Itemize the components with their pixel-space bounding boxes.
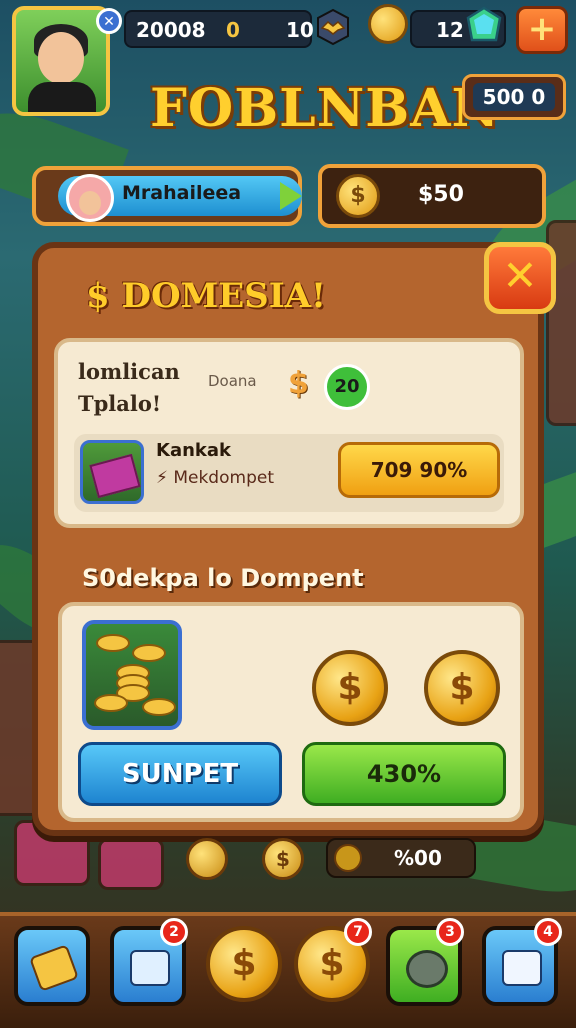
player-avatar (66, 174, 114, 222)
close-button[interactable]: ✕ (484, 242, 556, 314)
support-button[interactable]: SUNPET (78, 742, 282, 806)
offer-subtitle: ⚡ Mekdompet (156, 468, 274, 488)
bottom-value: %00 (394, 846, 442, 870)
box-icon (130, 950, 170, 986)
gold-orb-icon (368, 4, 408, 44)
offer-card: lomlican Tplalo! Doana $ 20 Kankak ⚡ Mek… (54, 338, 524, 528)
gear-icon (406, 950, 448, 988)
bottom-value-display: %00 (326, 838, 476, 878)
nav-coin-button[interactable]: $ (206, 926, 282, 1002)
coin-pile-icon (82, 620, 182, 730)
coin-icon (334, 844, 362, 872)
coin-icon: $ (262, 838, 304, 880)
coin-icon: $ (312, 650, 388, 726)
player-name: Mrahaileea (122, 182, 242, 204)
coin-icon: $ (336, 174, 380, 218)
notification-badge: 4 (534, 918, 562, 946)
dollar-icon: $ (288, 366, 309, 401)
cheese-icon (29, 944, 79, 992)
add-currency-button[interactable]: + (516, 6, 568, 54)
notification-badge: 2 (160, 918, 188, 946)
offer-title: Kankak (156, 440, 231, 461)
level-badge-icon: ✕ (96, 8, 122, 34)
offer-buy-button[interactable]: 709 90% (338, 442, 500, 498)
bat-icon (317, 8, 349, 46)
coin-icon: $ (424, 650, 500, 726)
gem-icon (466, 6, 502, 42)
resource-strip: 20008 0 10 (124, 10, 314, 48)
notification-badge: 7 (344, 918, 372, 946)
offer-row: Kankak ⚡ Mekdompet 709 90% (74, 434, 504, 512)
cash-display: $ $50 (318, 164, 546, 228)
score-display: 500 0 (462, 74, 566, 120)
stat-primary: 20008 (136, 18, 206, 42)
gift-box-icon (80, 440, 144, 504)
book-icon (502, 950, 542, 986)
panel-title: $ DOMESIA! (86, 276, 326, 316)
section-title: S0dekpa lo Dompent (82, 564, 364, 592)
top-hud: ✕ 20008 0 10 12 + (0, 0, 576, 116)
arrow-right-icon (280, 182, 302, 210)
stat-secondary: 0 (226, 18, 240, 42)
offer-card-label: lomlican Tplalo! (78, 359, 180, 416)
notification-badge: 3 (436, 918, 464, 946)
score-value: 500 0 (473, 83, 555, 111)
nav-cheese-button[interactable] (14, 926, 90, 1006)
buy-pack-button[interactable]: 430% (302, 742, 506, 806)
dialog-panel: $ DOMESIA! ✕ lomlican Tplalo! Doana $ 20… (32, 242, 556, 836)
coin-stack-icon (186, 838, 228, 880)
stat-tertiary: 10 (286, 18, 314, 42)
gem-count: 12 (436, 18, 464, 42)
player-bar[interactable]: Mrahaileea (32, 166, 302, 226)
game-title: FOBLNBAN (150, 78, 501, 139)
coin-pack-card: $ $ SUNPET 430% (58, 602, 524, 822)
offer-card-sub: Doana (208, 372, 257, 390)
cash-value: $50 (418, 182, 464, 207)
bottom-nav: 2 $ $ 7 3 4 (0, 912, 576, 1028)
chat-badge-icon: 20 (324, 364, 370, 410)
